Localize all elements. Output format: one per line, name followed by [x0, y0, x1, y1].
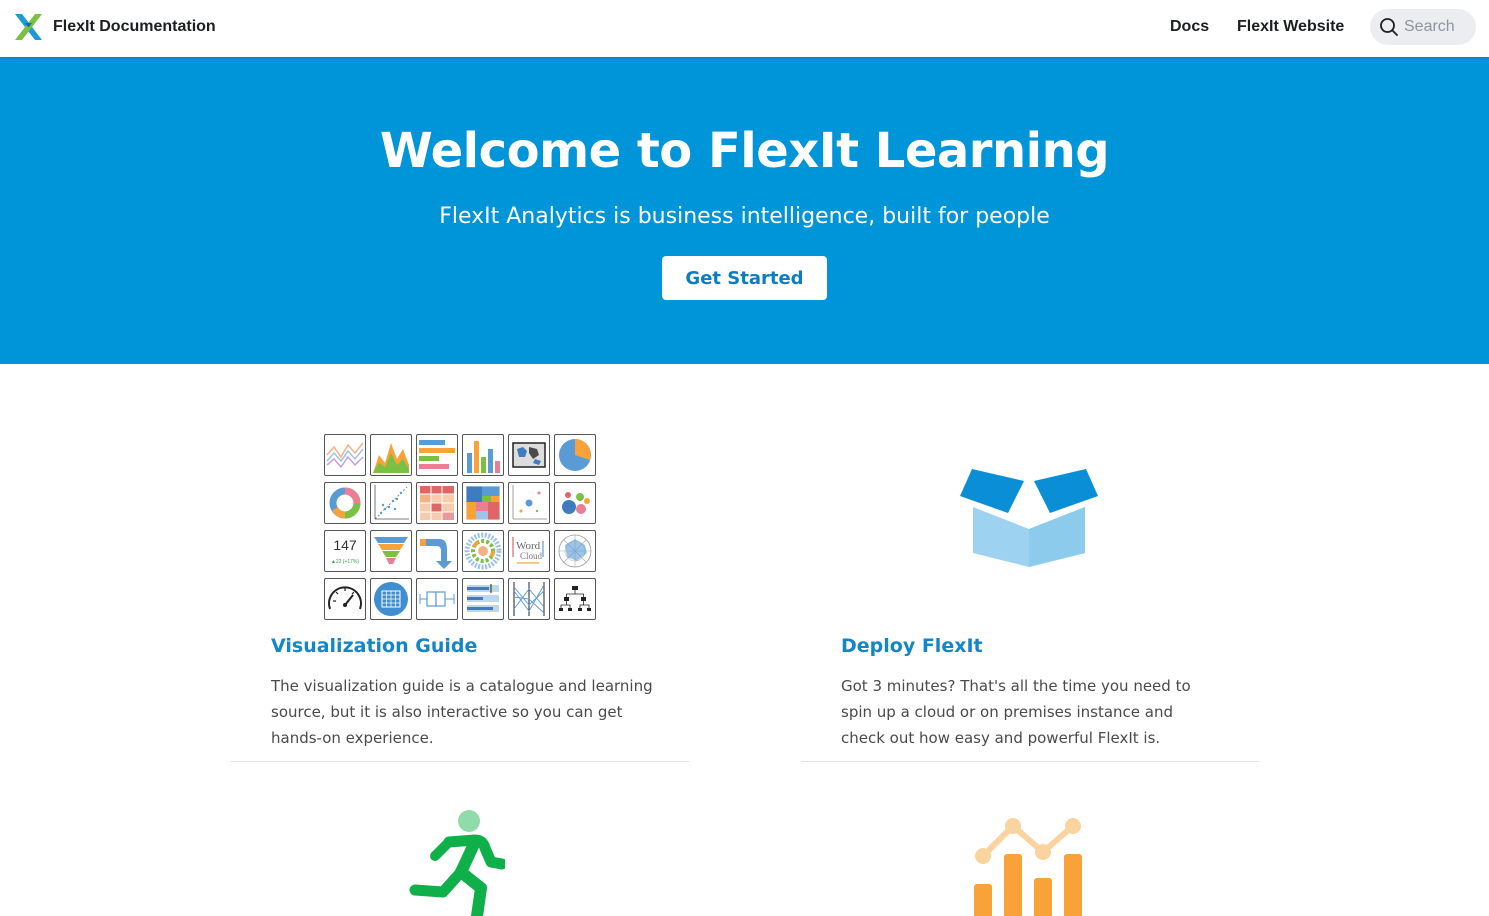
hero-subtitle: FlexIt Analytics is business intelligenc… [439, 204, 1050, 229]
treemap-icon [462, 482, 504, 524]
map-chart-icon [508, 434, 550, 476]
bar-line-chart-icon [970, 812, 1092, 916]
box-plot-icon [416, 578, 458, 620]
data-grid-icon [370, 578, 412, 620]
word-cloud-cloud: Cloud [520, 551, 543, 561]
radar-chart-icon [554, 530, 596, 572]
nav-link-flexit-website[interactable]: FlexIt Website [1237, 18, 1344, 36]
top-navbar: FlexIt Documentation Docs FlexIt Website [0, 0, 1489, 57]
search-box[interactable] [1370, 9, 1476, 45]
hero-title: Welcome to FlexIt Learning [379, 123, 1110, 179]
deploy-flexit-title-link[interactable]: Deploy FlexIt [841, 635, 983, 657]
kpi-delta: ▲22 (+17%) [331, 559, 359, 565]
bubble-chart-icon [554, 482, 596, 524]
bullet-chart-icon [462, 578, 504, 620]
hero-banner: Welcome to FlexIt Learning FlexIt Analyt… [0, 57, 1489, 364]
heatmap-table-icon [416, 482, 458, 524]
search-input[interactable] [1404, 9, 1472, 45]
multi-line-chart-icon [324, 434, 366, 476]
visualization-guide-title-link[interactable]: Visualization Guide [271, 635, 477, 657]
deploy-flexit-description: Got 3 minutes? That's all the time you n… [841, 677, 1191, 747]
word-cloud-icon: Word Cloud [508, 530, 550, 572]
brand-title: FlexIt Documentation [53, 18, 216, 35]
kpi-value: 147 [333, 537, 357, 553]
brand-link[interactable]: FlexIt Documentation [15, 14, 216, 40]
feature-divider [801, 761, 1259, 762]
hierarchy-tree-icon [554, 578, 596, 620]
visualization-guide-description: The visualization guide is a catalogue a… [271, 677, 653, 747]
bubble-scatter-icon [508, 482, 550, 524]
horizontal-bar-chart-icon [416, 434, 458, 476]
column-chart-icon [462, 434, 504, 476]
running-person-icon [405, 806, 508, 916]
sankey-flow-icon [416, 530, 458, 572]
visualization-types-grid: 147 ▲22 (+17%) Word Cloud [324, 434, 598, 622]
funnel-chart-icon [370, 530, 412, 572]
donut-chart-icon [324, 482, 366, 524]
area-chart-icon [370, 434, 412, 476]
search-icon [1380, 18, 1398, 36]
kpi-card-icon: 147 ▲22 (+17%) [324, 530, 366, 572]
open-box-icon [958, 465, 1100, 569]
parallel-coordinates-icon [508, 578, 550, 620]
flexit-logo-icon [15, 14, 42, 40]
gauge-chart-icon [324, 578, 366, 620]
nav-link-docs[interactable]: Docs [1170, 18, 1209, 36]
feature-divider [231, 761, 689, 762]
sunburst-chart-icon [462, 530, 504, 572]
pie-chart-icon [554, 434, 596, 476]
get-started-button[interactable]: Get Started [662, 256, 827, 300]
scatter-trend-chart-icon [370, 482, 412, 524]
